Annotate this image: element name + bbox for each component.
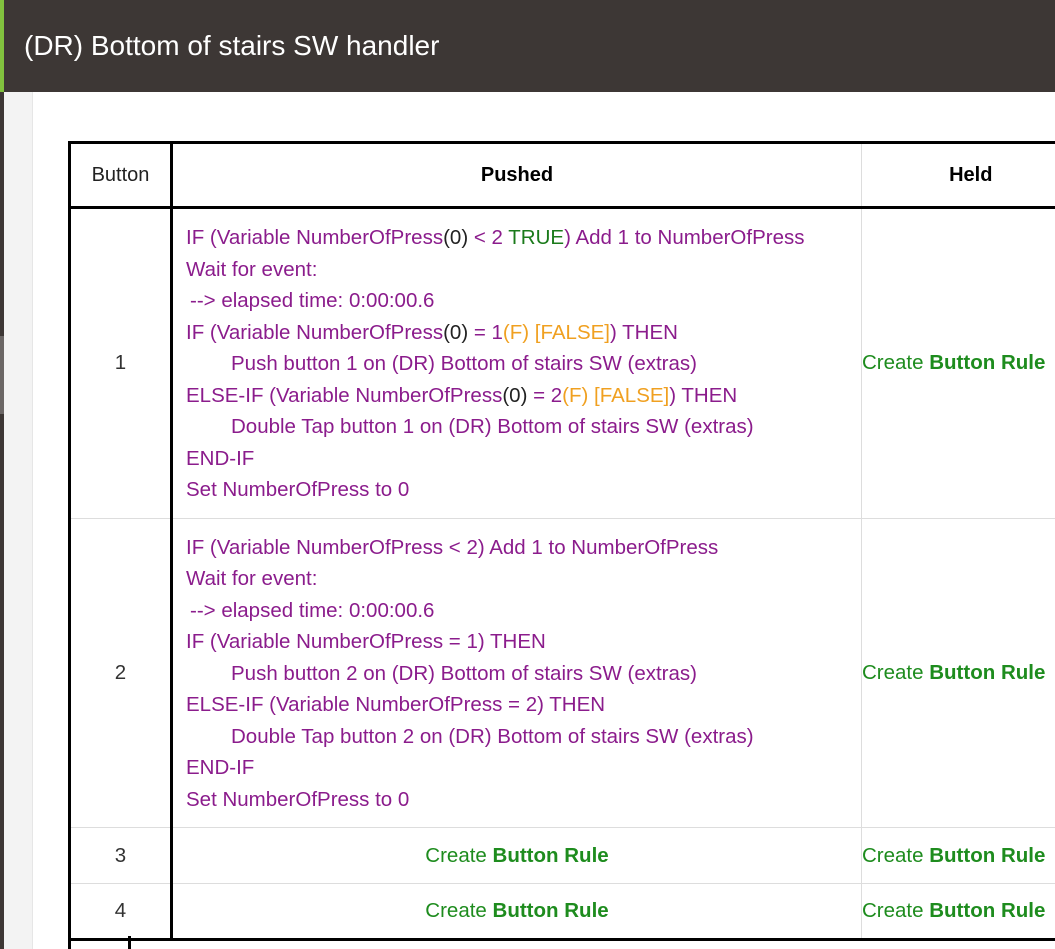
held-cell: Create Button Rule	[861, 518, 1055, 828]
rule-text[interactable]: IF (Variable NumberOfPress < 2) Add 1 to…	[173, 519, 861, 828]
rule-line: Push button 1 on (DR) Bottom of stairs S…	[231, 352, 697, 375]
column-header-held: Held	[861, 141, 1055, 209]
create-button-rule-link[interactable]: Create Button Rule	[862, 661, 1045, 684]
table-row: 1 IF (Variable NumberOfPress(0) < 2 TRUE…	[68, 207, 1055, 519]
rule-line: --> elapsed time: 0:00:00.6	[190, 598, 435, 622]
next-table-border-left	[68, 936, 71, 949]
rule-line: END-IF	[186, 446, 255, 470]
button-rules-table: Button Pushed Held 1 IF (Variable Number…	[68, 141, 1055, 941]
held-cell: Create Button Rule	[861, 883, 1055, 941]
content-divider	[32, 92, 33, 949]
column-header-button: Button	[68, 141, 173, 209]
rule-line: IF (Variable NumberOfPress = 1) THEN	[186, 630, 546, 653]
button-number: 4	[68, 883, 173, 941]
pushed-rule-cell: Create Button Rule	[171, 827, 862, 884]
rule-line: IF (Variable NumberOfPress(0) = 1(F) [FA…	[186, 320, 678, 344]
create-button-rule-link[interactable]: Create Button Rule	[425, 844, 608, 867]
rule-line: Wait for event:	[186, 567, 318, 590]
next-table-border-divider	[128, 936, 131, 949]
content-gutter	[4, 92, 32, 949]
next-table-edge	[68, 936, 1055, 949]
held-cell: Create Button Rule	[861, 207, 1055, 519]
header-accent-bar	[0, 0, 4, 92]
column-header-pushed: Pushed	[171, 141, 862, 209]
rule-line: ELSE-IF (Variable NumberOfPress(0) = 2(F…	[186, 383, 738, 407]
rule-line: Double Tap button 2 on (DR) Bottom of st…	[231, 724, 754, 748]
rule-line: Set NumberOfPress to 0	[186, 787, 410, 811]
create-button-rule-link[interactable]: Create Button Rule	[862, 844, 1045, 867]
create-button-rule-link[interactable]: Create Button Rule	[862, 899, 1045, 922]
rule-line: IF (Variable NumberOfPress(0) < 2 TRUE) …	[186, 226, 805, 249]
create-button-rule-link[interactable]: Create Button Rule	[862, 351, 1045, 374]
rule-line: Push button 2 on (DR) Bottom of stairs S…	[231, 661, 697, 685]
table-header-row: Button Pushed Held	[68, 141, 1055, 209]
create-button-rule-link[interactable]: Create Button Rule	[425, 899, 608, 922]
pushed-rule-cell[interactable]: IF (Variable NumberOfPress < 2) Add 1 to…	[171, 518, 862, 828]
rule-text[interactable]: IF (Variable NumberOfPress(0) < 2 TRUE) …	[173, 209, 861, 518]
button-number: 1	[68, 207, 173, 519]
pushed-rule-cell[interactable]: IF (Variable NumberOfPress(0) < 2 TRUE) …	[171, 207, 862, 519]
rule-line: ELSE-IF (Variable NumberOfPress = 2) THE…	[186, 693, 606, 716]
page-header: (DR) Bottom of stairs SW handler	[0, 0, 1055, 92]
pushed-rule-cell: Create Button Rule	[171, 883, 862, 941]
table-row: 4 Create Button Rule Create Button Rule	[68, 883, 1055, 941]
rule-line: IF (Variable NumberOfPress < 2) Add 1 to…	[186, 535, 719, 559]
table-row: 3 Create Button Rule Create Button Rule	[68, 827, 1055, 884]
table-row: 2 IF (Variable NumberOfPress < 2) Add 1 …	[68, 518, 1055, 828]
rule-line: --> elapsed time: 0:00:00.6	[190, 289, 435, 312]
rule-line: Double Tap button 1 on (DR) Bottom of st…	[231, 415, 754, 438]
rule-line: Set NumberOfPress to 0	[186, 478, 410, 501]
rule-line: Wait for event:	[186, 257, 318, 281]
page-title: (DR) Bottom of stairs SW handler	[24, 30, 440, 61]
button-number: 2	[68, 518, 173, 828]
rule-line: END-IF	[186, 756, 255, 779]
button-number: 3	[68, 827, 173, 884]
held-cell: Create Button Rule	[861, 827, 1055, 884]
